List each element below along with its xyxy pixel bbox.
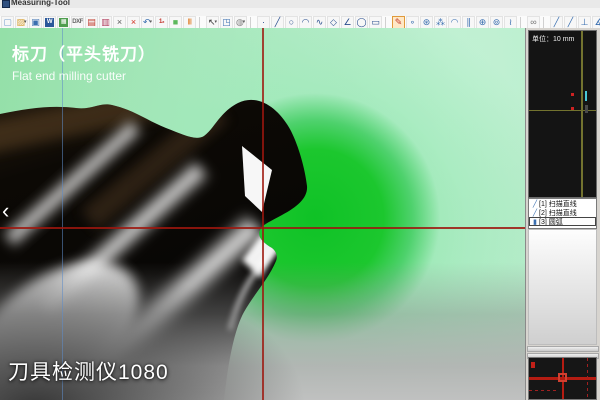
draw-polygon-icon[interactable]: ◇: [327, 16, 340, 29]
crosshair-vertical: [262, 28, 264, 400]
report-icon[interactable]: ▤: [85, 16, 98, 29]
camera-viewport[interactable]: 标刀（平头铣刀） Flat end milling cutter 刀具检测仪10…: [0, 28, 525, 400]
draw-ellipse-icon[interactable]: ◯: [355, 16, 368, 29]
stats-icon[interactable]: ▥: [99, 16, 112, 29]
magnifier-icon[interactable]: ⊚: [490, 16, 503, 29]
construct-line2-icon[interactable]: ╱: [564, 16, 577, 29]
point-probe-icon[interactable]: ∘: [406, 16, 419, 29]
angle-measure-icon[interactable]: ∡: [592, 16, 600, 29]
sketch-pencil-icon[interactable]: ✎: [392, 16, 405, 29]
tool-title-zh: 标刀（平头铣刀）: [12, 40, 156, 65]
delete-element-icon[interactable]: ×: [113, 16, 126, 29]
link-icon[interactable]: ∞: [527, 16, 540, 29]
save-icon[interactable]: ▣: [29, 16, 42, 29]
right-panel: 单位：10 mm ╱ [1] 扫描直线 ╱ [2] 扫描直线 ▮ [3] 圆弧: [525, 28, 600, 400]
construct-line-icon[interactable]: ╱: [550, 16, 563, 29]
element-type-icon: ▮: [531, 218, 539, 226]
nav-tool-marker: [585, 105, 588, 113]
toolbar-separator: [543, 17, 548, 28]
perpendicular-icon[interactable]: ⊥: [578, 16, 591, 29]
export-image-icon[interactable]: ▦: [57, 16, 70, 29]
tool-title: 标刀（平头铣刀） Flat end milling cutter: [12, 40, 156, 83]
dropdown-caret-icon[interactable]: ▾: [243, 19, 246, 25]
tool-title-en: Flat end milling cutter: [12, 69, 156, 83]
column-display-icon[interactable]: |||: [183, 16, 196, 29]
pick-probe-icon[interactable]: ⊕: [476, 16, 489, 29]
draw-line-icon[interactable]: ╱: [271, 16, 284, 29]
mini-center-box: [558, 373, 567, 382]
draw-curve-icon[interactable]: ∿: [313, 16, 326, 29]
focus-circle-icon[interactable]: ◍▾: [234, 16, 247, 29]
export-dxf-icon[interactable]: DXF: [71, 16, 84, 29]
app-window: Measuring-Tool ▢▨▾▣W▦DXF▤▥××↶▾1₂■|||↖▾◳◍…: [0, 0, 600, 400]
element-list: ╱ [1] 扫描直线 ╱ [2] 扫描直线 ▮ [3] 圆弧: [528, 198, 597, 229]
unit-label: 单位：10 mm: [532, 34, 574, 44]
toolbar-separator: [199, 17, 204, 28]
edit-report-icon[interactable]: ◳: [220, 16, 233, 29]
color-swatch-icon[interactable]: ■: [169, 16, 182, 29]
draw-circle-icon[interactable]: ○: [285, 16, 298, 29]
toolbar-separator: [250, 17, 255, 28]
mini-dashed-line-h: [529, 390, 557, 391]
watermark-label: 刀具检测仪1080: [8, 356, 169, 386]
select-cursor-icon[interactable]: ↖▾: [206, 16, 219, 29]
dropdown-caret-icon[interactable]: ▾: [215, 19, 218, 25]
panel-splitter[interactable]: [526, 345, 600, 357]
arc-probe-icon[interactable]: ◠: [448, 16, 461, 29]
toolbar-separator: [520, 17, 525, 28]
nav-position-marker: [571, 107, 574, 110]
navigation-map[interactable]: 单位：10 mm: [528, 30, 597, 198]
draw-point-icon[interactable]: ·: [257, 16, 270, 29]
draw-angle-icon[interactable]: ∠: [341, 16, 354, 29]
toolbar-separator: [385, 17, 390, 28]
dropdown-caret-icon[interactable]: ▾: [24, 19, 27, 25]
delete-all-icon[interactable]: ×: [127, 16, 140, 29]
gear-probe-icon[interactable]: ⊛: [420, 16, 433, 29]
element-list-item[interactable]: ▮ [3] 圆弧: [529, 217, 596, 226]
app-icon: [2, 0, 10, 8]
window-title: Measuring-Tool: [11, 0, 70, 7]
draw-slot-icon[interactable]: ▭: [369, 16, 382, 29]
mini-dashed-line-v: [587, 358, 588, 399]
dropdown-caret-icon[interactable]: ▾: [150, 19, 153, 25]
draw-arc-icon[interactable]: ◠: [299, 16, 312, 29]
export-word-icon[interactable]: W: [43, 16, 56, 29]
menubar: [0, 8, 600, 16]
pattern-probe-icon[interactable]: ⁂: [434, 16, 447, 29]
centering-view[interactable]: [528, 357, 597, 400]
element-type-icon: ╱: [531, 200, 539, 208]
label-number-icon[interactable]: 1₂: [155, 16, 168, 29]
spline-probe-icon[interactable]: ≀: [504, 16, 517, 29]
titlebar: Measuring-Tool: [0, 0, 600, 8]
open-file-icon[interactable]: ▨▾: [15, 16, 28, 29]
element-type-icon: ╱: [531, 209, 539, 217]
nav-axis-vertical: [581, 31, 583, 197]
results-panel: [528, 229, 597, 345]
undo-icon[interactable]: ↶▾: [141, 16, 154, 29]
edge-guide-line: [62, 28, 63, 400]
parallel-probe-icon[interactable]: ∥: [462, 16, 475, 29]
nav-cursor-marker: [585, 91, 587, 101]
prev-arrow[interactable]: ‹: [2, 200, 9, 222]
nav-position-marker: [571, 93, 574, 96]
new-file-icon[interactable]: ▢: [1, 16, 14, 29]
mini-flag-icon: [531, 362, 535, 368]
